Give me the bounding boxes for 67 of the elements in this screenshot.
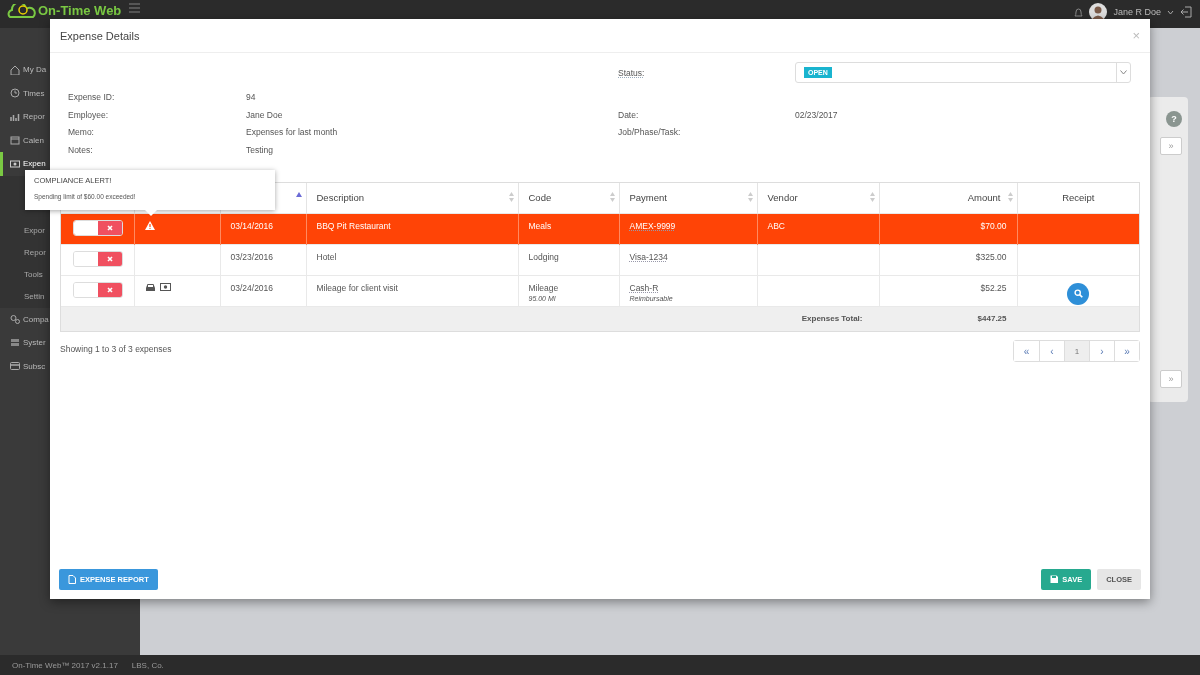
- table-cell: Meals: [528, 220, 552, 231]
- field-value: 94: [246, 92, 257, 104]
- payment-link[interactable]: Cash-R: [629, 282, 659, 293]
- table-cell: 03/14/2016: [220, 213, 306, 244]
- bell-icon[interactable]: [1074, 6, 1084, 18]
- caret-icon[interactable]: [1167, 9, 1174, 15]
- table-cell: $325.00: [879, 244, 1017, 275]
- table-row[interactable]: 03/14/2016 BBQ Pit Restaurant Meals AMEX-9999 ABC $70.00: [61, 213, 1139, 244]
- table-cell: Lodging: [528, 251, 559, 262]
- table-cell: Hotel: [306, 244, 518, 275]
- help-button[interactable]: ?: [1166, 111, 1182, 127]
- total-label: Expenses Total:: [757, 306, 879, 331]
- sort-ascending-icon[interactable]: [295, 192, 302, 197]
- field-label: Employee:: [68, 109, 110, 122]
- cash-icon: [10, 158, 20, 169]
- field-label: Job/Phase/Task:: [618, 127, 682, 139]
- page-button[interactable]: 1: [1064, 341, 1089, 361]
- server-icon: [10, 337, 20, 348]
- x-icon: [107, 286, 113, 293]
- field-value: Jane Doe: [246, 109, 284, 122]
- search-icon: [1073, 289, 1083, 298]
- table-cell: Mileage: [528, 282, 559, 293]
- file-icon: [68, 575, 77, 584]
- table-cell: ABC: [757, 213, 879, 244]
- x-icon: [107, 224, 113, 231]
- menu-icon[interactable]: [129, 3, 141, 13]
- total-amount: $447.25: [879, 306, 1017, 331]
- company-text: LBS, Co.: [131, 660, 164, 670]
- toggle-switch[interactable]: [73, 250, 123, 267]
- dialog-title: Expense Details: [60, 29, 140, 42]
- gears-icon: [10, 314, 20, 325]
- field-label: Expense ID:: [68, 92, 116, 104]
- payment-link[interactable]: AMEX-9999: [629, 220, 676, 231]
- calendar-icon: [10, 135, 20, 146]
- chevron-down-icon: [1120, 70, 1127, 75]
- page-button[interactable]: »: [1160, 137, 1182, 155]
- table-cell: BBQ Pit Restaurant: [306, 213, 518, 244]
- field-label: Date:: [618, 109, 640, 122]
- payment-link[interactable]: Visa-1234: [629, 251, 668, 262]
- user-name[interactable]: Jane R Doe: [1113, 7, 1161, 17]
- warning-icon: [144, 220, 155, 230]
- credit-card-icon: [10, 361, 20, 372]
- field-label: Memo:: [68, 127, 95, 139]
- field-value: Expenses for last month: [246, 127, 339, 139]
- cloud-clock-icon: [6, 4, 36, 18]
- toggle-switch[interactable]: [73, 219, 123, 236]
- receipt-button[interactable]: [1067, 282, 1090, 305]
- car-icon: [144, 282, 156, 292]
- table-cell: $70.00: [879, 213, 1017, 244]
- cash-icon: [159, 282, 171, 291]
- table-cell: 03/23/2016: [220, 244, 306, 275]
- field-value: Testing: [246, 144, 274, 157]
- logout-icon[interactable]: [1180, 6, 1192, 18]
- table-row[interactable]: 03/23/2016 Hotel Lodging Visa-1234 $325.00: [61, 244, 1139, 275]
- home-icon: [10, 64, 20, 75]
- bar-chart-icon: [10, 111, 20, 122]
- page-button[interactable]: »: [1114, 341, 1139, 361]
- x-icon: [107, 255, 113, 262]
- field-value: 02/23/2017: [795, 109, 839, 122]
- field-label: Status:: [618, 67, 646, 80]
- showing-text: Showing 1 to 3 of 3 expenses: [60, 344, 172, 354]
- clock-icon: [10, 88, 20, 99]
- version-text: On-Time Web™ 2017 v2.1.17: [12, 660, 118, 670]
- page-button[interactable]: »: [1160, 370, 1182, 388]
- logo-text: On-Time Web: [38, 4, 122, 18]
- field-label: Notes:: [68, 144, 94, 157]
- toggle-switch[interactable]: [73, 281, 123, 298]
